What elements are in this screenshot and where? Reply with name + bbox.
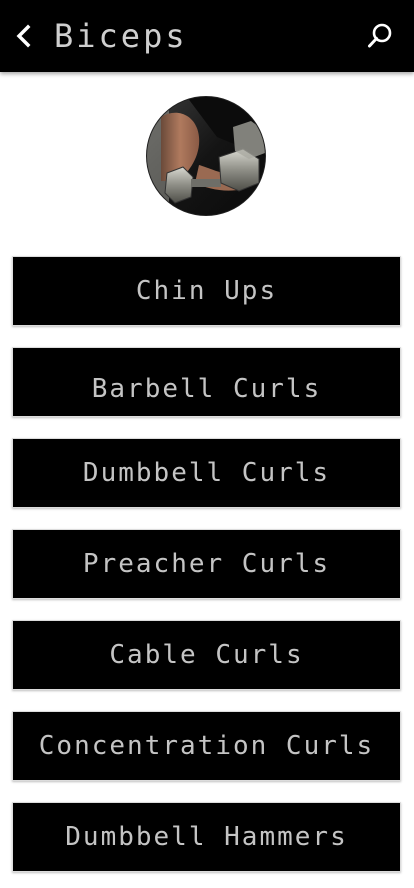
search-button[interactable] bbox=[364, 20, 396, 52]
exercise-label: Concentration Curls bbox=[38, 731, 375, 761]
app-bar: Biceps bbox=[0, 0, 414, 72]
app-screen: Biceps Chin Ups Barbell Curls Dumbbell C… bbox=[0, 0, 414, 888]
exercise-button-dumbbell-hammers[interactable]: Dumbbell Hammers bbox=[12, 802, 401, 872]
exercise-button-preacher-curls[interactable]: Preacher Curls bbox=[12, 529, 401, 599]
dumbbell-photo bbox=[147, 97, 265, 215]
search-icon bbox=[368, 23, 392, 48]
exercise-label: Dumbbell Hammers bbox=[65, 822, 348, 852]
exercise-label: Preacher Curls bbox=[82, 549, 331, 579]
chevron-left-icon bbox=[16, 24, 31, 48]
exercise-button-chin-ups[interactable]: Chin Ups bbox=[12, 256, 401, 326]
biceps-header-image bbox=[146, 96, 266, 216]
back-button[interactable] bbox=[8, 16, 40, 56]
exercise-label: Dumbbell Curls bbox=[82, 458, 331, 488]
page-title: Biceps bbox=[54, 17, 188, 55]
exercise-button-cable-curls[interactable]: Cable Curls bbox=[12, 620, 401, 690]
exercise-button-dumbbell-curls[interactable]: Dumbbell Curls bbox=[12, 438, 401, 508]
exercise-label: Cable Curls bbox=[109, 640, 304, 670]
exercise-button-concentration-curls[interactable]: Concentration Curls bbox=[12, 711, 401, 781]
exercise-button-barbell-curls[interactable]: Barbell Curls bbox=[12, 347, 401, 417]
exercise-label: Barbell Curls bbox=[91, 374, 322, 404]
exercise-label: Chin Ups bbox=[135, 276, 278, 306]
